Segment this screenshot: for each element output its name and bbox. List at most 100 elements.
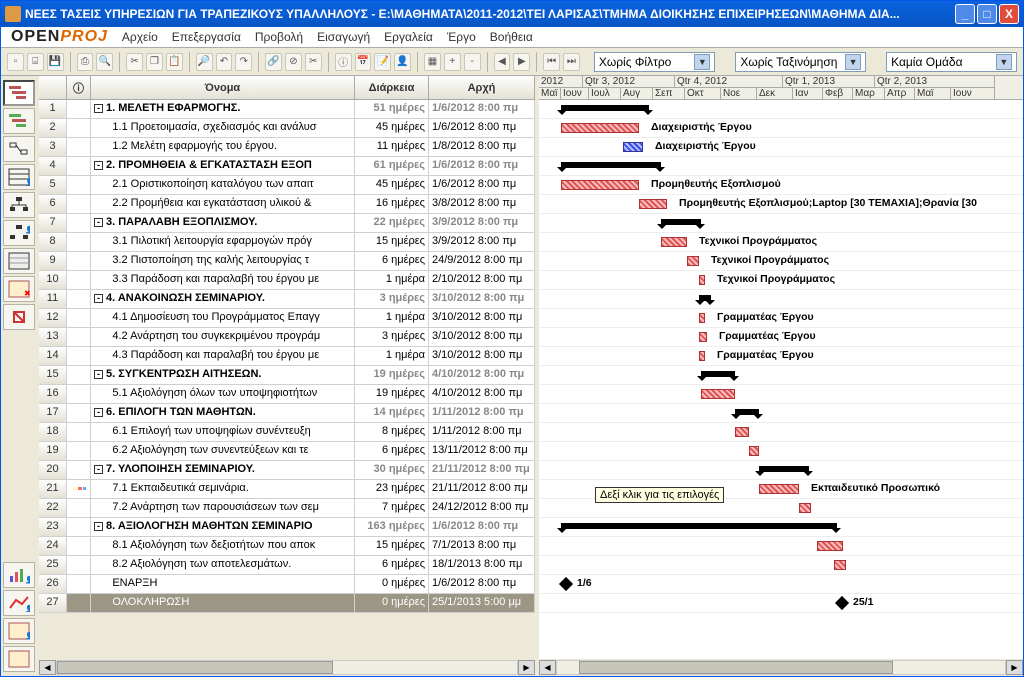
timescale-top[interactable]: Qtr 2, 2013 bbox=[875, 76, 995, 88]
task-name[interactable]: 4.1 Δημοσίευση του Προγράμματος Επαγγ bbox=[91, 309, 355, 327]
row-number[interactable]: 11 bbox=[39, 290, 67, 308]
task-duration[interactable]: 0 ημέρες bbox=[355, 594, 429, 612]
gantt-row[interactable] bbox=[539, 442, 1023, 461]
preview-icon[interactable]: 🔍 bbox=[96, 53, 113, 71]
table-row[interactable]: 14 4.3 Παράδοση και παραλαβή του έργου μ… bbox=[39, 347, 535, 366]
task-bar[interactable] bbox=[661, 237, 687, 247]
task-duration[interactable]: 19 ημέρες bbox=[355, 366, 429, 384]
split-icon[interactable]: ✂ bbox=[305, 53, 322, 71]
task-start[interactable]: 3/9/2012 8:00 πμ bbox=[429, 214, 535, 232]
task-start[interactable]: 3/9/2012 8:00 πμ bbox=[429, 233, 535, 251]
task-start[interactable]: 4/10/2012 8:00 πμ bbox=[429, 366, 535, 384]
col-name[interactable]: Όνομα bbox=[91, 76, 355, 99]
gantt-row[interactable] bbox=[539, 290, 1023, 309]
task-name[interactable]: -5. ΣΥΓΚΕΝΤΡΩΣΗ ΑΙΤΗΣΕΩΝ. bbox=[91, 366, 355, 384]
task-start[interactable]: 1/6/2012 8:00 πμ bbox=[429, 176, 535, 194]
task-duration[interactable]: 19 ημέρες bbox=[355, 385, 429, 403]
titlebar[interactable]: ΝΕΕΣ ΤΑΣΕΙΣ ΥΠΗΡΕΣΙΩΝ ΓΙΑ ΤΡΑΠΕΖΙΚΟΥΣ ΥΠ… bbox=[1, 1, 1023, 27]
notes-icon[interactable]: 📝 bbox=[374, 53, 391, 71]
table-row[interactable]: 25 8.2 Αξιολόγηση των αποτελεσμάτων.6 ημ… bbox=[39, 556, 535, 575]
calendar-icon[interactable]: 📅 bbox=[355, 53, 372, 71]
gantt-row[interactable] bbox=[539, 385, 1023, 404]
close-button[interactable]: X bbox=[999, 4, 1019, 24]
table-row[interactable]: 12 4.1 Δημοσίευση του Προγράμματος Επαγγ… bbox=[39, 309, 535, 328]
task-start[interactable]: 1/6/2012 8:00 πμ bbox=[429, 157, 535, 175]
task-bar[interactable] bbox=[759, 484, 799, 494]
task-start[interactable]: 4/10/2012 8:00 πμ bbox=[429, 385, 535, 403]
task-bar[interactable] bbox=[834, 560, 846, 570]
gantt-row[interactable] bbox=[539, 214, 1023, 233]
task-start[interactable]: 7/1/2013 8:00 πμ bbox=[429, 537, 535, 555]
summary-bar[interactable] bbox=[699, 295, 711, 301]
task-start[interactable]: 1/6/2012 8:00 πμ bbox=[429, 119, 535, 137]
task-name[interactable]: -7. ΥΛΟΠΟΙΗΣΗ ΣΕΜΙΝΑΡΙΟΥ. bbox=[91, 461, 355, 479]
task-name[interactable]: 6.1 Επιλογή των υποψηφίων συνέντευξη bbox=[91, 423, 355, 441]
menu-tools[interactable]: Εργαλεία bbox=[384, 30, 433, 44]
task-name[interactable]: 1.1 Προετοιμασία, σχεδιασμός και ανάλυσ bbox=[91, 119, 355, 137]
task-usage-button[interactable]: ✖ bbox=[3, 276, 35, 302]
task-name[interactable]: 7.1 Εκπαιδευτικά σεμινάρια. bbox=[91, 480, 355, 498]
summary-bar[interactable] bbox=[759, 466, 809, 472]
table-row[interactable]: 18 6.1 Επιλογή των υποψηφίων συνέντευξη8… bbox=[39, 423, 535, 442]
menu-insert[interactable]: Εισαγωγή bbox=[317, 30, 370, 44]
row-number[interactable]: 14 bbox=[39, 347, 67, 365]
task-bar[interactable] bbox=[687, 256, 699, 266]
sort-dropdown[interactable]: Χωρίς Ταξινόμηση▼ bbox=[735, 52, 866, 72]
new-icon[interactable]: ▫ bbox=[7, 53, 24, 71]
gantt-row[interactable] bbox=[539, 518, 1023, 537]
milestone-icon[interactable] bbox=[835, 596, 849, 610]
task-duration[interactable]: 6 ημέρες bbox=[355, 252, 429, 270]
task-start[interactable]: 3/10/2012 8:00 πμ bbox=[429, 328, 535, 346]
row-number[interactable]: 10 bbox=[39, 271, 67, 289]
task-name[interactable]: 3.2 Πιστοποίηση της καλής λειτουργίας τ bbox=[91, 252, 355, 270]
row-number[interactable]: 19 bbox=[39, 442, 67, 460]
row-number[interactable]: 2 bbox=[39, 119, 67, 137]
unlink-icon[interactable]: ⊘ bbox=[285, 53, 302, 71]
task-duration[interactable]: 8 ημέρες bbox=[355, 423, 429, 441]
row-number[interactable]: 13 bbox=[39, 328, 67, 346]
menu-project[interactable]: Έργο bbox=[447, 30, 476, 44]
row-number[interactable]: 9 bbox=[39, 252, 67, 270]
task-start[interactable]: 3/8/2012 8:00 πμ bbox=[429, 195, 535, 213]
scroll-right-icon[interactable]: ⏭ bbox=[563, 53, 580, 71]
save-icon[interactable]: 💾 bbox=[47, 53, 64, 71]
task-bar[interactable] bbox=[701, 389, 735, 399]
table-row[interactable]: 17-6. ΕΠΙΛΟΓΗ ΤΩΝ ΜΑΘΗΤΩΝ.14 ημέρες1/11/… bbox=[39, 404, 535, 423]
histogram-button[interactable]: 👤 bbox=[3, 562, 35, 588]
row-number[interactable]: 26 bbox=[39, 575, 67, 593]
open-icon[interactable]: ⌸ bbox=[27, 53, 44, 71]
task-duration[interactable]: 45 ημέρες bbox=[355, 176, 429, 194]
timescale-top[interactable]: Qtr 3, 2012 bbox=[583, 76, 675, 88]
task-name[interactable]: 2.1 Οριστικοποίηση καταλόγου των απαιτ bbox=[91, 176, 355, 194]
timescale-bottom[interactable]: Μαϊ bbox=[539, 88, 561, 100]
table-row[interactable]: 26 ΕΝΑΡΞΗ0 ημέρες1/6/2012 8:00 πμ bbox=[39, 575, 535, 594]
task-start[interactable]: 24/9/2012 8:00 πμ bbox=[429, 252, 535, 270]
task-bar[interactable] bbox=[735, 427, 749, 437]
row-number[interactable]: 8 bbox=[39, 233, 67, 251]
summary-bar[interactable] bbox=[735, 409, 759, 415]
gantt-row[interactable] bbox=[539, 461, 1023, 480]
task-name[interactable]: -4. ΑΝΑΚΟΙΝΩΣΗ ΣΕΜΙΝΑΡΙΟΥ. bbox=[91, 290, 355, 308]
row-number[interactable]: 21 bbox=[39, 480, 67, 498]
row-number[interactable]: 3 bbox=[39, 138, 67, 156]
col-start[interactable]: Αρχή bbox=[429, 76, 535, 99]
menu-file[interactable]: Αρχείο bbox=[122, 30, 158, 44]
row-number[interactable]: 7 bbox=[39, 214, 67, 232]
summary-bar[interactable] bbox=[661, 219, 701, 225]
row-number[interactable]: 17 bbox=[39, 404, 67, 422]
assign-icon[interactable]: 👤 bbox=[394, 53, 411, 71]
indent-icon[interactable]: ▶ bbox=[513, 53, 530, 71]
timescale-bottom[interactable]: Οκτ bbox=[685, 88, 721, 100]
no-subwindow-button[interactable] bbox=[3, 304, 35, 330]
zoomout-icon[interactable]: - bbox=[464, 53, 481, 71]
task-duration[interactable]: 30 ημέρες bbox=[355, 461, 429, 479]
task-duration[interactable]: 163 ημέρες bbox=[355, 518, 429, 536]
row-number[interactable]: 25 bbox=[39, 556, 67, 574]
task-name[interactable]: -8. ΑΞΙΟΛΟΓΗΣΗ ΜΑΘΗΤΩΝ ΣΕΜΙΝΑΡΙΟ bbox=[91, 518, 355, 536]
gantt-row[interactable]: Τεχνικοί Προγράμματος bbox=[539, 233, 1023, 252]
timescale-top[interactable]: Qtr 1, 2013 bbox=[783, 76, 875, 88]
task-name[interactable]: -6. ΕΠΙΛΟΓΗ ΤΩΝ ΜΑΘΗΤΩΝ. bbox=[91, 404, 355, 422]
table-row[interactable]: 7-3. ΠΑΡΑΛΑΒΗ ΕΞΟΠΛΙΣΜΟΥ.22 ημέρες3/9/20… bbox=[39, 214, 535, 233]
task-duration[interactable]: 15 ημέρες bbox=[355, 537, 429, 555]
gantt-row[interactable] bbox=[539, 366, 1023, 385]
